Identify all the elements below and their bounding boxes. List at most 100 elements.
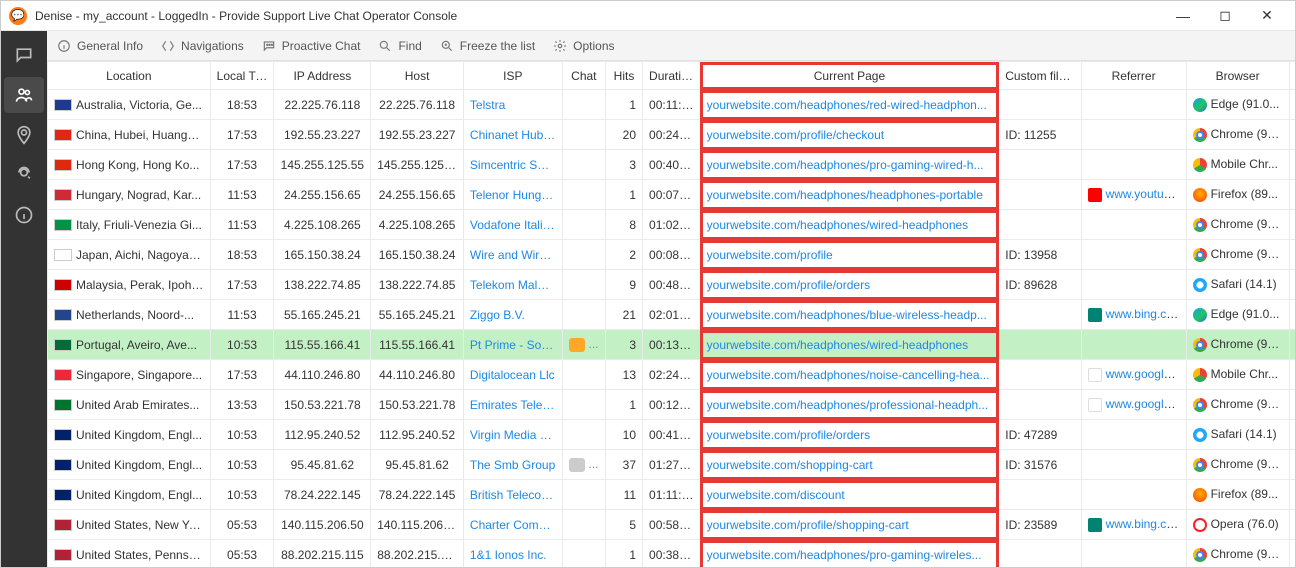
- col-ip[interactable]: IP Address: [274, 62, 371, 90]
- referrer-link[interactable]: www.youtub...: [1106, 187, 1181, 201]
- cell-current-page[interactable]: yourwebsite.com/headphones/pro-gaming-wi…: [700, 150, 999, 180]
- cell-isp[interactable]: Vodafone Italia ...: [463, 210, 562, 240]
- table-row[interactable]: Hong Kong, Hong Ko...17:53145.255.125.55…: [48, 150, 1296, 180]
- table-row[interactable]: Netherlands, Noord-...11:5355.165.245.21…: [48, 300, 1296, 330]
- cell-current-page[interactable]: yourwebsite.com/headphones/red-wired-hea…: [700, 90, 999, 120]
- col-duration[interactable]: Duration: [643, 62, 701, 90]
- sidebar-map-icon[interactable]: [4, 117, 44, 153]
- cell-isp[interactable]: Digitalocean Llc: [463, 360, 562, 390]
- referrer-link[interactable]: www.bing.co...: [1106, 517, 1183, 531]
- col-localtime[interactable]: Local Time: [210, 62, 274, 90]
- table-row[interactable]: Japan, Aichi, Nagoya, ...18:53165.150.38…: [48, 240, 1296, 270]
- col-current-page[interactable]: Current Page: [700, 62, 999, 90]
- cell-localtime: 11:53: [210, 210, 274, 240]
- cell-current-page[interactable]: yourwebsite.com/profile/shopping-cart: [700, 510, 999, 540]
- cell-isp[interactable]: Pt Prime - Solu...: [463, 330, 562, 360]
- cell-current-page[interactable]: yourwebsite.com/profile: [700, 240, 999, 270]
- table-row[interactable]: United Kingdom, Engl...10:5378.24.222.14…: [48, 480, 1296, 510]
- table-row[interactable]: Portugal, Aveiro, Ave...10:53115.55.166.…: [48, 330, 1296, 360]
- cell-os: And: [1289, 360, 1295, 390]
- table-row[interactable]: Australia, Victoria, Ge...18:5322.225.76…: [48, 90, 1296, 120]
- cell-current-page[interactable]: yourwebsite.com/shopping-cart: [700, 450, 999, 480]
- referrer-link[interactable]: www.bing.co...: [1106, 307, 1183, 321]
- navigations-button[interactable]: Navigations: [161, 39, 244, 53]
- col-browser[interactable]: Browser: [1186, 62, 1289, 90]
- cell-chat: [562, 240, 605, 270]
- referrer-link[interactable]: www.google...: [1106, 397, 1181, 411]
- cell-current-page[interactable]: yourwebsite.com/profile/checkout: [700, 120, 999, 150]
- cell-isp[interactable]: Wire and Wirel...: [463, 240, 562, 270]
- proactive-chat-button[interactable]: Proactive Chat: [262, 39, 361, 53]
- col-isp[interactable]: ISP: [463, 62, 562, 90]
- col-os[interactable]: OS: [1289, 62, 1295, 90]
- table-row[interactable]: Italy, Friuli-Venezia Gi...11:534.225.10…: [48, 210, 1296, 240]
- cell-os: Win: [1289, 120, 1295, 150]
- flag-icon: [54, 159, 72, 171]
- cell-current-page[interactable]: yourwebsite.com/headphones/wired-headpho…: [700, 330, 999, 360]
- table-row[interactable]: United Kingdom, Engl...10:53112.95.240.5…: [48, 420, 1296, 450]
- freeze-list-button[interactable]: Freeze the list: [440, 39, 535, 53]
- cell-isp[interactable]: Chinanet Hube...: [463, 120, 562, 150]
- table-row[interactable]: United Kingdom, Engl...10:5395.45.81.629…: [48, 450, 1296, 480]
- find-button[interactable]: Find: [378, 39, 421, 53]
- table-row[interactable]: Malaysia, Perak, Ipoh, ...17:53138.222.7…: [48, 270, 1296, 300]
- cell-current-page[interactable]: yourwebsite.com/discount: [700, 480, 999, 510]
- cell-isp[interactable]: Simcentric Solu...: [463, 150, 562, 180]
- options-button[interactable]: Options: [553, 39, 614, 53]
- sidebar-info-icon[interactable]: [4, 197, 44, 233]
- close-button[interactable]: ✕: [1247, 2, 1287, 30]
- cell-current-page[interactable]: yourwebsite.com/headphones/pro-gaming-wi…: [700, 540, 999, 568]
- col-referrer[interactable]: Referrer: [1081, 62, 1186, 90]
- flag-icon: [54, 249, 72, 261]
- table-row[interactable]: United States, New Yo...05:53140.115.206…: [48, 510, 1296, 540]
- cell-isp[interactable]: Charter Commu...: [463, 510, 562, 540]
- cell-isp[interactable]: Telenor Hungar...: [463, 180, 562, 210]
- cell-host: 112.95.240.52: [371, 420, 464, 450]
- cell-location: Japan, Aichi, Nagoya, ...: [48, 240, 211, 270]
- cell-current-page[interactable]: yourwebsite.com/headphones/professional-…: [700, 390, 999, 420]
- cell-isp[interactable]: Telstra: [463, 90, 562, 120]
- col-host[interactable]: Host: [371, 62, 464, 90]
- cell-duration: 00:38:47: [643, 540, 701, 568]
- cell-chat: [562, 120, 605, 150]
- col-location[interactable]: Location: [48, 62, 211, 90]
- cell-localtime: 10:53: [210, 450, 274, 480]
- table-row[interactable]: Singapore, Singapore...17:5344.110.246.8…: [48, 360, 1296, 390]
- table-row[interactable]: Hungary, Nograd, Kar...11:5324.255.156.6…: [48, 180, 1296, 210]
- navigations-label: Navigations: [181, 39, 244, 53]
- table-row[interactable]: United States, Pennsy...05:5388.202.215.…: [48, 540, 1296, 568]
- cell-current-page[interactable]: yourwebsite.com/profile/orders: [700, 420, 999, 450]
- sidebar-visitors-icon[interactable]: [4, 77, 44, 113]
- table-row[interactable]: United Arab Emirates...13:53150.53.221.7…: [48, 390, 1296, 420]
- visitors-table-wrap[interactable]: Location Local Time IP Address Host ISP …: [47, 61, 1295, 567]
- cell-current-page[interactable]: yourwebsite.com/headphones/noise-cancell…: [700, 360, 999, 390]
- sidebar: [1, 31, 47, 567]
- cell-isp[interactable]: Ziggo B.V.: [463, 300, 562, 330]
- minimize-button[interactable]: —: [1163, 2, 1203, 30]
- cell-current-page[interactable]: yourwebsite.com/headphones/wired-headpho…: [700, 210, 999, 240]
- maximize-button[interactable]: ◻: [1205, 2, 1245, 30]
- cell-os: And: [1289, 150, 1295, 180]
- cell-isp[interactable]: British Telecom...: [463, 480, 562, 510]
- flag-icon: [54, 429, 72, 441]
- table-row[interactable]: China, Hubei, Huangg...17:53192.55.23.22…: [48, 120, 1296, 150]
- sidebar-chat-icon[interactable]: [4, 37, 44, 73]
- sidebar-agent-icon[interactable]: [4, 157, 44, 193]
- col-chat[interactable]: Chat: [562, 62, 605, 90]
- referrer-icon: [1088, 308, 1102, 322]
- cell-current-page[interactable]: yourwebsite.com/profile/orders: [700, 270, 999, 300]
- cell-current-page[interactable]: yourwebsite.com/headphones/headphones-po…: [700, 180, 999, 210]
- cell-current-page[interactable]: yourwebsite.com/headphones/blue-wireless…: [700, 300, 999, 330]
- cell-isp[interactable]: The Smb Group: [463, 450, 562, 480]
- cell-isp[interactable]: Telekom Malay...: [463, 270, 562, 300]
- cell-duration: 00:12:06: [643, 390, 701, 420]
- general-info-button[interactable]: General Info: [57, 39, 143, 53]
- col-custom[interactable]: Custom fileds: [999, 62, 1081, 90]
- cell-os: Win: [1289, 240, 1295, 270]
- cell-isp[interactable]: Virgin Media Li...: [463, 420, 562, 450]
- col-hits[interactable]: Hits: [605, 62, 642, 90]
- cell-custom: ID: 31576: [999, 450, 1081, 480]
- cell-isp[interactable]: Emirates Teleco...: [463, 390, 562, 420]
- cell-isp[interactable]: 1&1 Ionos Inc.: [463, 540, 562, 568]
- referrer-link[interactable]: www.google...: [1106, 367, 1181, 381]
